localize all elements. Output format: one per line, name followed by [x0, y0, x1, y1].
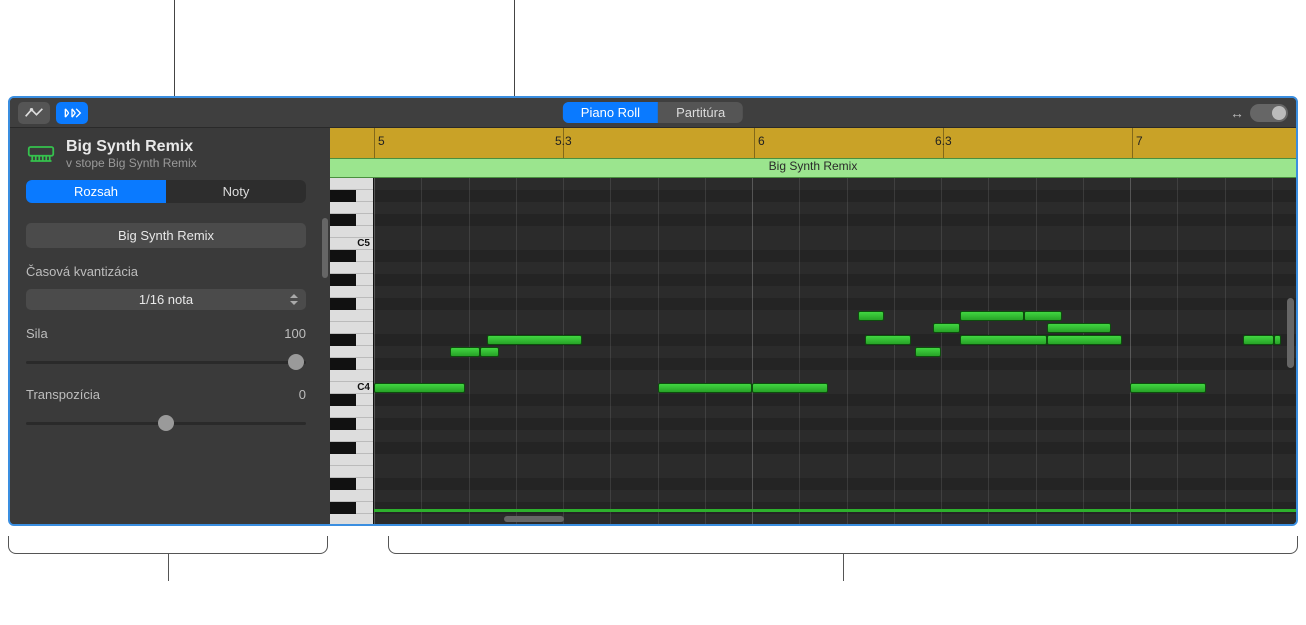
horizontal-scrollbar[interactable] — [374, 514, 1296, 524]
inspector-scrollbar[interactable] — [322, 218, 328, 278]
transpose-slider[interactable] — [26, 414, 306, 432]
key-label-c4: C4 — [356, 382, 371, 393]
midi-note[interactable] — [1243, 335, 1273, 345]
midi-note[interactable] — [1130, 383, 1206, 393]
vertical-scrollbar[interactable] — [1287, 298, 1294, 368]
horizontal-zoom-icon: ↔ — [1230, 105, 1244, 121]
midi-note[interactable] — [960, 311, 1024, 321]
transpose-value: 0 — [299, 387, 306, 402]
strength-label: Sila — [26, 326, 48, 341]
midi-note[interactable] — [865, 335, 910, 345]
midi-note[interactable] — [1024, 311, 1062, 321]
midi-note[interactable] — [915, 347, 941, 357]
piano-roll-area: 5 5.3 6 6.3 7 Big Synth Remix C5 C4 — [330, 128, 1296, 524]
callout-lines-top — [0, 0, 1306, 96]
callout-brackets-bottom — [0, 528, 1306, 608]
region-strip-label: Big Synth Remix — [769, 159, 858, 173]
ruler-mark: 5 — [378, 134, 385, 148]
ruler-mark: 6 — [758, 134, 765, 148]
controller-lane-divider — [374, 509, 1296, 512]
midi-note[interactable] — [960, 335, 1047, 345]
midi-note[interactable] — [374, 383, 465, 393]
midi-note[interactable] — [487, 335, 582, 345]
automation-icon[interactable] — [18, 102, 50, 124]
quantize-select[interactable]: 1/16 nota — [26, 289, 306, 310]
track-title: Big Synth Remix — [66, 138, 197, 156]
transpose-label: Transpozícia — [26, 387, 100, 402]
time-ruler[interactable]: 5 5.3 6 6.3 7 — [330, 128, 1296, 158]
strength-slider[interactable] — [26, 353, 306, 371]
region-strip[interactable]: Big Synth Remix — [330, 158, 1296, 178]
inspector-mode-segment: Rozsah Noty — [26, 180, 306, 203]
midi-note[interactable] — [752, 383, 828, 393]
view-tabs: Piano Roll Partitúra — [563, 102, 743, 123]
ruler-mark: 7 — [1136, 134, 1143, 148]
synth-track-icon — [26, 142, 56, 166]
editor-topbar: Piano Roll Partitúra ↔ — [10, 98, 1296, 128]
midi-note[interactable] — [450, 347, 480, 357]
region-name-field[interactable]: Big Synth Remix — [26, 223, 306, 248]
piano-keyboard[interactable]: C5 C4 — [330, 178, 374, 524]
tab-piano-roll[interactable]: Piano Roll — [563, 102, 658, 123]
ruler-mark: 6.3 — [935, 134, 952, 148]
midi-note[interactable] — [658, 383, 753, 393]
midi-note[interactable] — [933, 323, 959, 333]
note-grid[interactable] — [374, 178, 1296, 524]
strength-value: 100 — [284, 326, 306, 341]
midi-note[interactable] — [1047, 323, 1111, 333]
midi-note[interactable] — [1274, 335, 1282, 345]
horizontal-auto-zoom-toggle[interactable] — [1250, 104, 1288, 122]
segment-region[interactable]: Rozsah — [26, 180, 166, 203]
segment-notes[interactable]: Noty — [166, 180, 306, 203]
region-inspector: Big Synth Remix v stope Big Synth Remix … — [10, 128, 330, 524]
track-subtitle: v stope Big Synth Remix — [66, 156, 197, 170]
midi-note[interactable] — [1047, 335, 1123, 345]
quantize-label: Časová kvantizácia — [26, 264, 306, 279]
catch-playhead-icon[interactable] — [56, 102, 88, 124]
key-label-c5: C5 — [356, 238, 371, 249]
ruler-mark: 5.3 — [555, 134, 572, 148]
midi-note[interactable] — [858, 311, 884, 321]
piano-roll-editor-window: Piano Roll Partitúra ↔ Big Synth Remix v… — [8, 96, 1298, 526]
tab-score[interactable]: Partitúra — [658, 102, 743, 123]
midi-note[interactable] — [480, 347, 499, 357]
